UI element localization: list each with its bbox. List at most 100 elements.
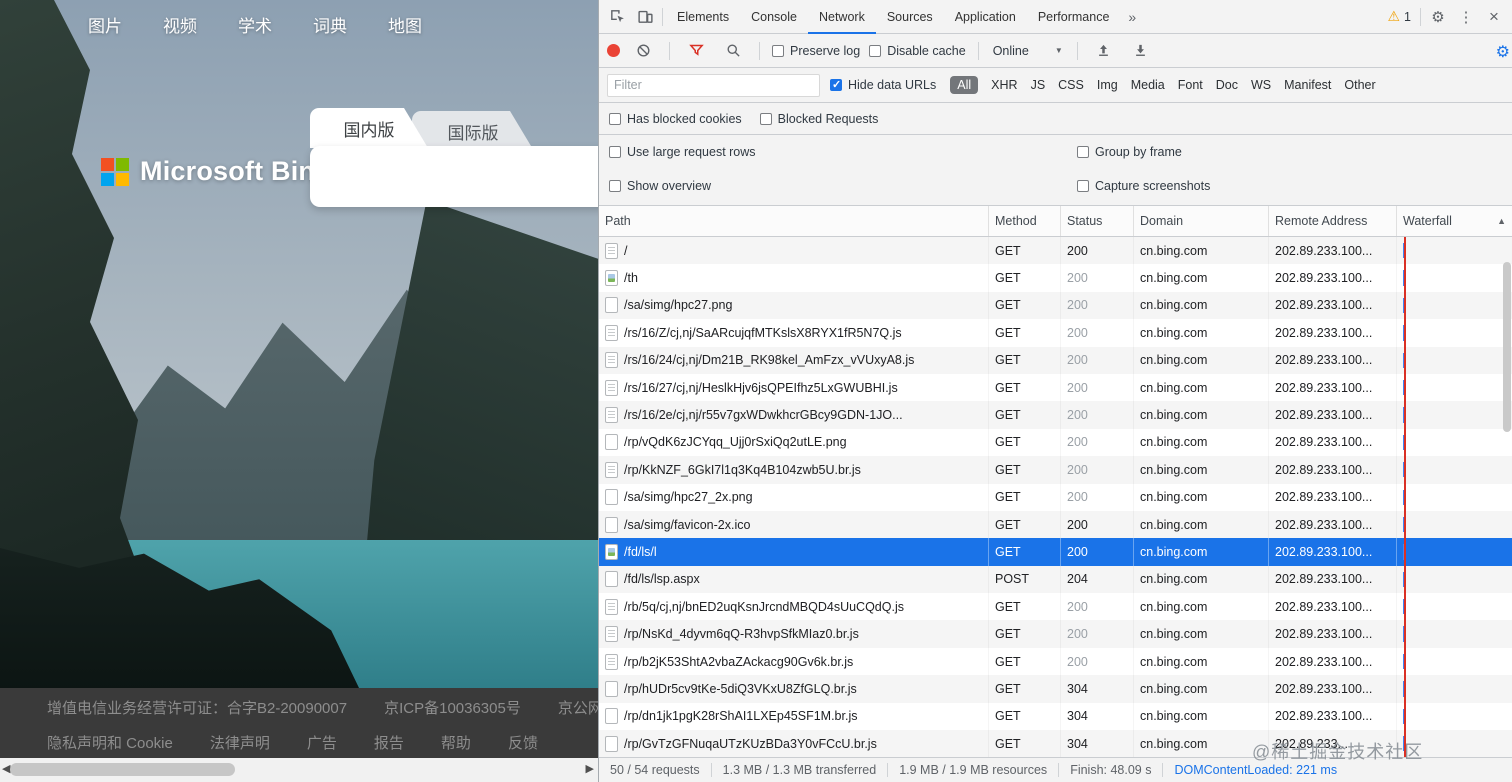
table-row[interactable]: /rs/16/24/cj,nj/Dm21B_RK98kel_AmFzx_vVUx… — [599, 346, 1512, 374]
resource-type-filter[interactable]: All — [950, 76, 979, 94]
table-row[interactable]: /rp/hUDr5cv9tKe-5diQ3VKxU8ZfGLQ.br.js GE… — [599, 675, 1512, 703]
table-row[interactable]: /fd/ls/lsp.aspx POST 204 cn.bing.com 202… — [599, 565, 1512, 594]
column-header-status[interactable]: Status — [1061, 206, 1134, 236]
resource-type-filter[interactable]: Other — [1344, 78, 1375, 92]
request-domain-cell: cn.bing.com — [1134, 702, 1269, 731]
export-har-icon[interactable] — [1127, 38, 1155, 64]
blocked-requests-option[interactable]: Blocked Requests — [759, 112, 878, 126]
table-row[interactable]: /th GET 200 cn.bing.com 202.89.233.100..… — [599, 264, 1512, 292]
column-header-path[interactable]: Path — [599, 206, 989, 236]
show-overview-checkbox[interactable] — [609, 180, 621, 192]
table-row[interactable]: /rp/vQdK6zJCYqq_Ujj0rSxiQq2utLE.png GET … — [599, 428, 1512, 457]
table-row[interactable]: /rs/16/Z/cj,nj/SaARcujqfMTKslsX8RYX1fR5N… — [599, 319, 1512, 347]
table-row[interactable]: /rp/dn1jk1pgK28rShAI1LXEp45SF1M.br.js GE… — [599, 702, 1512, 731]
table-row[interactable]: /rb/5q/cj,nj/bnED2uqKsnJrcndMBQD4sUuCQdQ… — [599, 593, 1512, 621]
footer-link-feedback[interactable]: 反馈 — [508, 732, 538, 753]
request-path-cell: /rb/5q/cj,nj/bnED2uqKsnJrcndMBQD4sUuCQdQ… — [599, 593, 989, 621]
request-domain-cell: cn.bing.com — [1134, 510, 1269, 539]
settings-gear-icon[interactable]: ⚙ — [1424, 4, 1452, 30]
tab-console[interactable]: Console — [740, 0, 808, 34]
table-row[interactable]: /sa/simg/favicon-2x.ico GET 200 cn.bing.… — [599, 510, 1512, 539]
nav-images[interactable]: 图片 — [88, 12, 122, 37]
table-row[interactable]: /fd/ls/l GET 200 cn.bing.com 202.89.233.… — [599, 538, 1512, 566]
search-icon[interactable] — [719, 38, 747, 64]
column-header-waterfall[interactable]: Waterfall ▲ — [1397, 206, 1512, 236]
more-tabs-icon[interactable]: » — [1120, 9, 1144, 25]
table-row[interactable]: / GET 200 cn.bing.com 202.89.233.100... — [599, 237, 1512, 265]
hide-data-urls-option[interactable]: Hide data URLs — [830, 78, 936, 92]
resource-type-filter[interactable]: Manifest — [1284, 78, 1331, 92]
warnings-badge[interactable]: ⚠ 1 — [1381, 8, 1417, 25]
resource-type-filter[interactable]: Doc — [1216, 78, 1238, 92]
nav-videos[interactable]: 视频 — [163, 12, 197, 37]
tab-sources[interactable]: Sources — [876, 0, 944, 34]
hide-data-urls-checkbox[interactable] — [830, 78, 842, 91]
resource-type-filter[interactable]: Img — [1097, 78, 1118, 92]
table-row[interactable]: /rs/16/2e/cj,nj/r55v7gxWDwkhcrGBcy9GDN-1… — [599, 401, 1512, 429]
import-har-icon[interactable] — [1090, 38, 1118, 64]
group-by-frame-option[interactable]: Group by frame — [1077, 145, 1182, 159]
preserve-log-checkbox[interactable] — [772, 44, 784, 57]
footer-police[interactable]: 京公网 — [558, 697, 598, 718]
close-devtools-icon[interactable]: × — [1480, 4, 1508, 30]
throttling-dropdown[interactable]: Online ▼ — [991, 44, 1065, 58]
footer-link-privacy[interactable]: 隐私声明和 Cookie — [47, 732, 173, 753]
network-settings-gear-icon[interactable]: ⚙ — [1496, 42, 1510, 62]
nav-maps[interactable]: 地图 — [388, 12, 422, 37]
kebab-menu-icon[interactable]: ⋮ — [1452, 4, 1480, 30]
request-remote-address-cell: 202.89.233.100... — [1269, 593, 1397, 621]
nav-academic[interactable]: 学术 — [238, 12, 272, 37]
resource-type-filter[interactable]: JS — [1031, 78, 1046, 92]
has-blocked-cookies-option[interactable]: Has blocked cookies — [609, 112, 742, 126]
column-header-domain[interactable]: Domain — [1134, 206, 1269, 236]
preserve-log-option[interactable]: Preserve log — [772, 44, 860, 58]
nav-dictionary[interactable]: 词典 — [313, 12, 347, 37]
resource-type-filter[interactable]: CSS — [1058, 78, 1084, 92]
table-row[interactable]: /rp/KkNZF_6GkI7l1q3Kq4B104zwb5U.br.js GE… — [599, 456, 1512, 484]
table-row[interactable]: /rp/b2jK53ShtA2vbaZAckacg90Gv6k.br.js GE… — [599, 647, 1512, 676]
scroll-right-icon[interactable]: ▶ — [586, 762, 594, 775]
vertical-scrollbar-thumb[interactable] — [1503, 262, 1511, 432]
use-large-request-rows-checkbox[interactable] — [609, 146, 621, 158]
capture-screenshots-option[interactable]: Capture screenshots — [1077, 179, 1210, 193]
tab-network[interactable]: Network — [807, 0, 876, 34]
filter-input[interactable] — [607, 73, 820, 97]
table-row[interactable]: /sa/simg/hpc27.png GET 200 cn.bing.com 2… — [599, 291, 1512, 320]
show-overview-option[interactable]: Show overview — [609, 179, 711, 193]
table-row[interactable]: /rp/NsKd_4dyvm6qQ-R3hvpSfkMIaz0.br.js GE… — [599, 620, 1512, 648]
column-header-remote-address[interactable]: Remote Address — [1269, 206, 1397, 236]
tab-performance[interactable]: Performance — [1027, 0, 1121, 34]
search-box[interactable] — [310, 146, 598, 207]
request-remote-address-cell: 202.89.233.100... — [1269, 428, 1397, 457]
record-network-log-button[interactable] — [607, 44, 620, 57]
tab-elements[interactable]: Elements — [666, 0, 740, 34]
column-header-method[interactable]: Method — [989, 206, 1061, 236]
request-waterfall-cell — [1397, 538, 1512, 565]
disable-cache-option[interactable]: Disable cache — [869, 44, 966, 58]
table-row[interactable]: /sa/simg/hpc27_2x.png GET 200 cn.bing.co… — [599, 483, 1512, 511]
horizontal-scrollbar[interactable]: ◀ ▶ — [0, 758, 598, 782]
footer-link-ads[interactable]: 广告 — [307, 732, 337, 753]
clear-network-log-icon[interactable] — [629, 38, 657, 64]
capture-screenshots-checkbox[interactable] — [1077, 180, 1089, 192]
resource-type-filter[interactable]: XHR — [991, 78, 1017, 92]
device-toolbar-icon[interactable] — [631, 4, 659, 30]
requests-table-header: Path Method Status Domain Remote Address… — [599, 206, 1512, 237]
use-large-request-rows-option[interactable]: Use large request rows — [609, 145, 756, 159]
disable-cache-checkbox[interactable] — [869, 44, 882, 57]
tab-application[interactable]: Application — [944, 0, 1027, 34]
filter-funnel-icon[interactable] — [682, 38, 710, 64]
blocked-requests-checkbox[interactable] — [759, 112, 772, 125]
resource-type-filter[interactable]: Media — [1131, 78, 1165, 92]
resource-type-filter[interactable]: WS — [1251, 78, 1271, 92]
table-row[interactable]: /rs/16/27/cj,nj/HeslkHjv6jsQPEIfhz5LxGWU… — [599, 373, 1512, 402]
inspect-element-icon[interactable] — [603, 4, 631, 30]
resource-type-filter[interactable]: Font — [1178, 78, 1203, 92]
footer-link-report[interactable]: 报告 — [374, 732, 404, 753]
footer-link-legal[interactable]: 法律声明 — [210, 732, 270, 753]
footer-link-help[interactable]: 帮助 — [441, 732, 471, 753]
horizontal-scrollbar-thumb[interactable] — [10, 763, 235, 776]
has-blocked-cookies-checkbox[interactable] — [609, 112, 621, 125]
group-by-frame-checkbox[interactable] — [1077, 146, 1089, 158]
footer-icp[interactable]: 京ICP备10036305号 — [384, 697, 521, 718]
